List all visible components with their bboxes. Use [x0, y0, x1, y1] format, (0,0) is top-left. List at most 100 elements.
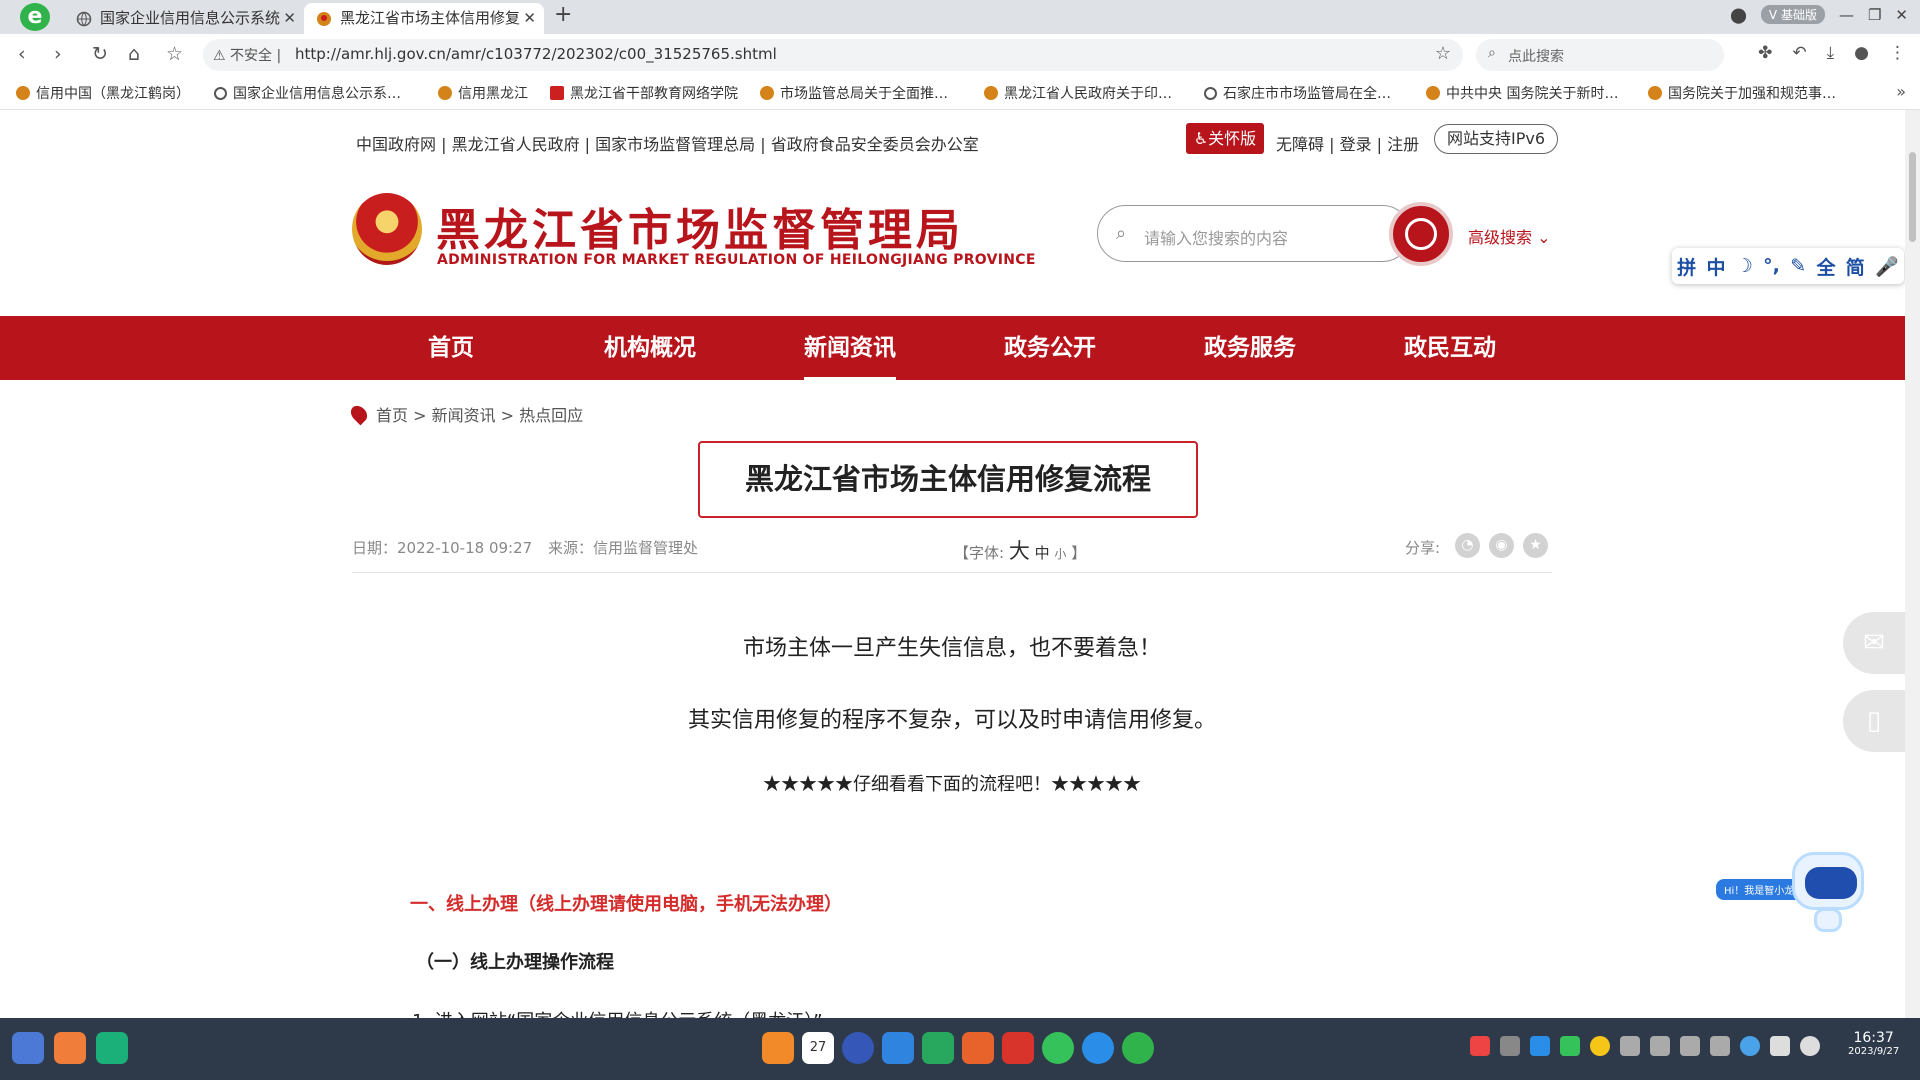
- url-field[interactable]: ⚠ 不安全 | http://amr.hlj.gov.cn/amr/c10377…: [203, 39, 1463, 71]
- volume-icon[interactable]: [1620, 1036, 1640, 1056]
- calendar-icon[interactable]: 27: [802, 1032, 834, 1064]
- ime-chinese-mode[interactable]: 中: [1706, 253, 1725, 280]
- scrollbar-thumb[interactable]: [1909, 152, 1916, 242]
- mobile-side-icon[interactable]: ▯: [1843, 690, 1905, 752]
- expand-tray-icon[interactable]: [1710, 1036, 1730, 1056]
- bookmark-item[interactable]: 国家企业信用信息公示系…: [214, 83, 401, 103]
- ime-mic-icon[interactable]: 🎤: [1875, 255, 1899, 278]
- tray-plus-icon[interactable]: [1590, 1036, 1610, 1056]
- notification-bell-icon[interactable]: [1770, 1036, 1790, 1056]
- app-store-icon[interactable]: [762, 1032, 794, 1064]
- menu-icon[interactable]: ⋮: [1889, 43, 1906, 63]
- breadcrumb-text[interactable]: 首页 > 新闻资讯 > 热点回应: [376, 406, 583, 425]
- site-subtitle: ADMINISTRATION FOR MARKET REGULATION OF …: [437, 252, 1036, 268]
- site-search-input[interactable]: ⌕ 请输入您搜索的内容: [1097, 205, 1411, 262]
- pdf-editor-icon[interactable]: [1002, 1032, 1034, 1064]
- power-icon[interactable]: [1800, 1036, 1820, 1056]
- bookmark-item[interactable]: 信用黑龙江: [438, 83, 528, 103]
- restore-icon[interactable]: ❐: [1868, 6, 1881, 24]
- tab-enterprise-credit[interactable]: 国家企业信用信息公示系统 ✕: [64, 3, 304, 34]
- undo-icon[interactable]: ↶: [1792, 43, 1806, 63]
- ime-pinyin-icon[interactable]: 拼: [1677, 253, 1696, 280]
- subsection-heading: （一）线上办理操作流程: [416, 952, 614, 973]
- ime-fullwidth-mode[interactable]: 全: [1816, 253, 1835, 280]
- bookmark-item[interactable]: 中共中央 国务院关于新时…: [1426, 83, 1618, 103]
- minimize-icon[interactable]: —: [1839, 6, 1854, 24]
- site-search-button[interactable]: [1389, 202, 1453, 266]
- favorite-star-icon[interactable]: ☆: [1435, 43, 1451, 64]
- bookmark-item[interactable]: 石家庄市市场监管局在全…: [1204, 83, 1391, 103]
- pen-tray-icon[interactable]: [1680, 1036, 1700, 1056]
- care-version-button[interactable]: ♿关怀版: [1186, 123, 1264, 154]
- robot-greeting[interactable]: Hi！我是智小龙: [1716, 879, 1803, 900]
- ime-punctuation-icon[interactable]: °,: [1763, 255, 1780, 277]
- ime-simplified-mode[interactable]: 简: [1846, 253, 1865, 280]
- reload-icon[interactable]: ↻: [92, 43, 108, 65]
- address-bar-row: ‹ › ↻ ⌂ ☆ ⚠ 不安全 | http://amr.hlj.gov.cn/…: [0, 34, 1920, 76]
- tab-credit-repair[interactable]: 黑龙江省市场主体信用修复 ✕: [304, 3, 544, 34]
- back-icon[interactable]: ‹: [18, 43, 26, 65]
- robot-assistant-icon[interactable]: [1792, 852, 1864, 932]
- wechat-icon[interactable]: [1042, 1032, 1074, 1064]
- favorite-share-icon[interactable]: ★: [1523, 533, 1548, 558]
- bookmark-item[interactable]: 信用中国（黑龙江鹤岗）: [16, 83, 190, 103]
- access-links[interactable]: 无障碍 | 登录 | 注册: [1276, 131, 1419, 155]
- box-app-icon[interactable]: [882, 1032, 914, 1064]
- network-icon[interactable]: [1740, 1036, 1760, 1056]
- wechat-side-icon[interactable]: ✉: [1843, 612, 1905, 674]
- bookmark-item[interactable]: 市场监管总局关于全面推…: [760, 83, 948, 103]
- close-tab-icon[interactable]: ✕: [283, 3, 296, 34]
- app-grid-icon[interactable]: [54, 1032, 86, 1064]
- font-large-button[interactable]: 大: [1009, 539, 1030, 563]
- desktop-icon[interactable]: [96, 1032, 128, 1064]
- url-text[interactable]: http://amr.hlj.gov.cn/amr/c103772/202302…: [295, 45, 777, 63]
- edition-badge[interactable]: V 基础版: [1760, 5, 1825, 24]
- weibo-share-icon[interactable]: ◉: [1489, 533, 1514, 558]
- home-icon[interactable]: ⌂: [128, 43, 140, 65]
- presentation-icon[interactable]: [962, 1032, 994, 1064]
- ime-moon-icon[interactable]: ☽: [1736, 255, 1753, 277]
- download-icon[interactable]: ⤓: [1827, 43, 1835, 63]
- system-clock[interactable]: 16:37 2023/9/27: [1848, 1030, 1899, 1057]
- page-scrollbar[interactable]: [1905, 110, 1920, 1018]
- nav-interaction[interactable]: 政民互动: [1404, 316, 1496, 380]
- browser-taskbar-icon[interactable]: [1122, 1032, 1154, 1064]
- settings-icon[interactable]: [842, 1032, 874, 1064]
- top-links[interactable]: 中国政府网 | 黑龙江省人民政府 | 国家市场监督管理总局 | 省政府食品安全委…: [356, 131, 979, 155]
- bookmark-star-icon[interactable]: ☆: [166, 43, 183, 65]
- wechat-share-icon[interactable]: ◔: [1455, 533, 1480, 558]
- tray-wechat-icon[interactable]: [1560, 1036, 1580, 1056]
- bookmark-item[interactable]: 黑龙江省人民政府关于印…: [984, 83, 1172, 103]
- tray-app-icon[interactable]: [1500, 1036, 1520, 1056]
- tray-messenger-icon[interactable]: [1530, 1036, 1550, 1056]
- font-small-button[interactable]: 小: [1054, 547, 1066, 561]
- nav-news[interactable]: 新闻资讯: [804, 316, 896, 380]
- browser-search-input[interactable]: ⌕ 点此搜索: [1476, 39, 1724, 71]
- profile-icon[interactable]: ●: [1854, 43, 1869, 63]
- usb-icon[interactable]: [1650, 1036, 1670, 1056]
- launcher-icon[interactable]: [12, 1032, 44, 1064]
- messenger-icon[interactable]: [1082, 1032, 1114, 1064]
- insecure-warning[interactable]: ⚠ 不安全 |: [213, 45, 281, 65]
- advanced-search-link[interactable]: 高级搜索 ⌄: [1468, 224, 1551, 248]
- extensions-icon[interactable]: ✤: [1758, 43, 1772, 63]
- font-medium-button[interactable]: 中: [1035, 544, 1050, 562]
- emblem-favicon-icon: [438, 86, 452, 100]
- nav-services[interactable]: 政务服务: [1204, 316, 1296, 380]
- bookmark-item[interactable]: 国务院关于加强和规范事…: [1648, 83, 1836, 103]
- article-paragraph: 1. 进入网站“国家企业信用信息公示系统（黑龙江）”: [412, 1007, 823, 1018]
- nav-home[interactable]: 首页: [428, 316, 474, 380]
- more-bookmarks-icon[interactable]: »: [1896, 82, 1906, 101]
- shield-icon[interactable]: ⬤: [1730, 6, 1747, 24]
- forward-icon[interactable]: ›: [54, 43, 62, 65]
- nav-about[interactable]: 机构概况: [604, 316, 696, 380]
- bookmark-item[interactable]: 黑龙江省干部教育网络学院: [550, 83, 738, 103]
- nav-gov-affairs[interactable]: 政务公开: [1004, 316, 1096, 380]
- browser-logo-icon[interactable]: e: [20, 3, 50, 31]
- ime-pen-icon[interactable]: ✎: [1790, 255, 1806, 277]
- close-window-icon[interactable]: ✕: [1895, 6, 1908, 24]
- close-tab-icon[interactable]: ✕: [523, 3, 536, 34]
- new-tab-button[interactable]: +: [554, 2, 572, 27]
- pdf-reader-icon[interactable]: [922, 1032, 954, 1064]
- security-tray-icon[interactable]: [1470, 1036, 1490, 1056]
